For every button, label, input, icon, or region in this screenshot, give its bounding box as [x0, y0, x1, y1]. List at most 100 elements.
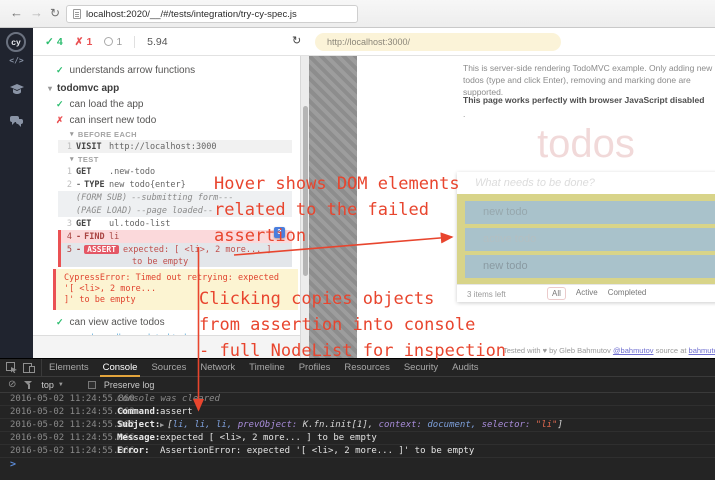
address-bar[interactable]: localhost:2020/__/#/tests/integration/tr… [66, 5, 358, 23]
devtools-panel: Elements Console Sources Network Timelin… [0, 358, 715, 480]
command-arg: http://localhost:3000 [109, 142, 216, 152]
chevron-down-icon: ▾ [70, 155, 74, 163]
reload-icon[interactable]: ↻ [50, 6, 60, 20]
todos-title: todos [457, 122, 715, 167]
command-visit[interactable]: 1 VISIT http://localhost:3000 [58, 140, 292, 153]
cypress-logo[interactable]: cy [6, 32, 26, 52]
check-icon: ✓ [45, 36, 54, 48]
test-section[interactable]: ▾ TEST [33, 153, 305, 165]
chevron-down-icon: ▾ [48, 84, 52, 93]
clear-console-icon[interactable]: ⊘ [8, 379, 16, 390]
test-title: can load the app [70, 99, 144, 110]
app-intro-dot: . [463, 108, 713, 120]
graduation-cap-icon[interactable] [0, 82, 33, 100]
command-number: 4 [61, 232, 76, 242]
command-number: 3 [61, 219, 76, 229]
console-row-cleared: 2016-05-02 11:24:55.860Console was clear… [0, 393, 715, 406]
command-arg: .new-todo [109, 167, 155, 177]
command-name: VISIT [76, 142, 109, 152]
console-toolbar: ⊘ top ▼ Preserve log [0, 377, 715, 393]
command-name: TYPE [84, 180, 104, 190]
todo-card: new todo active todo new todo 3 items le… [457, 172, 715, 302]
page-icon [73, 9, 81, 19]
failed-stat[interactable]: ✗ 1 [75, 36, 93, 48]
pending-stat[interactable]: 1 [104, 36, 122, 48]
command-number: 1 [61, 142, 76, 152]
cypress-sidebar: cy </> [0, 28, 33, 358]
address-url: localhost:2020/__/#/tests/integration/tr… [86, 9, 297, 20]
app-refresh-icon[interactable]: ↻ [292, 34, 301, 47]
annotation-click-note: Clicking copies objects from assertion i… [199, 286, 506, 364]
failed-count: 1 [86, 36, 92, 48]
check-icon: ✓ [56, 65, 64, 76]
inspect-element-icon[interactable] [6, 362, 17, 373]
dash: - [76, 245, 81, 255]
execution-context-select[interactable]: top ▼ [41, 380, 63, 390]
command-number: 2 [61, 180, 76, 190]
browser-chrome: ← → ↻ localhost:2020/__/#/tests/integrat… [0, 0, 715, 28]
passed-stat[interactable]: ✓ 4 [45, 36, 63, 48]
todo-item[interactable]: new todo [465, 201, 715, 224]
test-understands-arrow-functions[interactable]: ✓ understands arrow functions [33, 56, 305, 80]
assert-chip: ASSERT [84, 245, 119, 254]
before-each-section[interactable]: ▾ BEFORE EACH [33, 128, 305, 140]
console-row-subject: 2016-05-02 11:24:55.862Subject:▶[li, li,… [0, 419, 715, 432]
console-row-error: 2016-05-02 11:24:55.866Error:AssertionEr… [0, 445, 715, 458]
console-prompt[interactable]: > [0, 458, 715, 472]
tab-console[interactable]: Console [96, 359, 145, 377]
check-icon: ✓ [56, 317, 64, 328]
console-row-command: 2016-05-02 11:24:55.862Command:assert [0, 406, 715, 419]
todo-item[interactable]: active todo [465, 228, 715, 251]
suite-title: todomvc app [57, 83, 119, 94]
tab-elements[interactable]: Elements [42, 359, 96, 377]
app-intro-bold: This page works perfectly with browser J… [463, 94, 713, 106]
test-can-insert-new-todo[interactable]: ✗ can insert new todo [33, 112, 305, 128]
app-url-field[interactable]: http://localhost:3000/ [315, 33, 561, 51]
filter-completed[interactable]: Completed [608, 288, 647, 300]
preserve-log-checkbox[interactable] [88, 381, 96, 389]
tab-sources[interactable]: Sources [144, 359, 193, 377]
dash: - [76, 180, 81, 190]
bahmutov-link[interactable]: @bahmutov [613, 346, 654, 355]
dom-highlight-overlay: new todo active todo new todo [457, 194, 715, 284]
dropdown-caret-icon: ▼ [58, 382, 64, 388]
code-icon[interactable]: </> [0, 56, 33, 65]
command-name: GET [76, 167, 109, 177]
check-icon: ✓ [56, 99, 64, 110]
test-title: can insert new todo [70, 115, 157, 126]
new-todo-input[interactable] [457, 172, 715, 194]
duration: 5.94 [134, 36, 167, 48]
command-name: FIND [84, 232, 104, 242]
pending-circle-icon [104, 37, 113, 46]
chat-icon[interactable] [0, 114, 33, 132]
command-number: 5 [61, 245, 76, 255]
expand-icon[interactable]: ▶ [160, 421, 164, 429]
todo-item[interactable]: new todo [465, 255, 715, 278]
device-toolbar-icon[interactable] [23, 363, 35, 373]
filter-all[interactable]: All [547, 287, 566, 300]
command-number: 1 [61, 167, 76, 177]
preserve-log-label: Preserve log [104, 380, 155, 390]
annotation-hover-note: Hover shows DOM elements related to the … [214, 171, 460, 249]
app-intro-text: This is server-side rendering TodoMVC ex… [463, 62, 713, 98]
suite-todomvc-app[interactable]: ▾ todomvc app [33, 80, 305, 96]
command-arg: li [109, 232, 119, 242]
cypress-runner-screen: ← → ↻ localhost:2020/__/#/tests/integrat… [0, 0, 715, 480]
command-assert-line2: to be empty [58, 256, 292, 267]
filter-active[interactable]: Active [576, 288, 598, 300]
command-arg: new todo{enter} [109, 180, 186, 190]
console-output: 2016-05-02 11:24:55.860Console was clear… [0, 393, 715, 480]
forward-icon[interactable]: → [30, 5, 43, 20]
command-arg: ul.todo-list [109, 219, 170, 229]
test-stats-header: ✓ 4 ✗ 1 1 5.94 [33, 28, 305, 56]
section-title: TEST [78, 155, 99, 164]
attribution: Tested with ♥ by Gleb Bahmutov @bahmutov… [503, 346, 715, 355]
passed-count: 4 [57, 36, 63, 48]
repo-link[interactable]: bahmutov/todomvc-express [689, 346, 715, 355]
back-icon[interactable]: ← [10, 5, 23, 20]
console-row-message: 2016-05-02 11:24:55.866Message:expected … [0, 432, 715, 445]
chevron-down-icon: ▾ [70, 130, 74, 138]
section-title: BEFORE EACH [78, 130, 137, 139]
filter-icon[interactable] [24, 380, 33, 389]
test-can-load-the-app[interactable]: ✓ can load the app [33, 96, 305, 112]
